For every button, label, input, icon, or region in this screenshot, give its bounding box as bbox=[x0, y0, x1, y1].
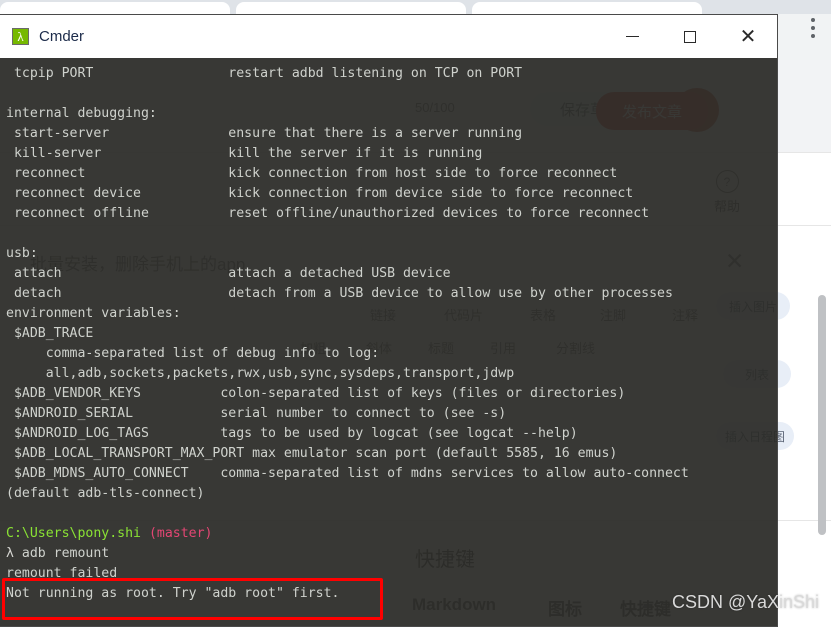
terminal-surface[interactable]: tcpip PORT restart adbd listening on TCP… bbox=[0, 58, 777, 626]
watermark-label: CSDN @YaXinShi bbox=[672, 592, 819, 612]
maximize-button[interactable] bbox=[661, 15, 719, 58]
cmder-window: λ Cmder ✕ tcpip PORT restart adbd listen… bbox=[0, 14, 778, 627]
close-icon: ✕ bbox=[739, 25, 757, 48]
close-button[interactable]: ✕ bbox=[719, 15, 777, 58]
more-menu-icon[interactable] bbox=[811, 18, 815, 38]
window-title: Cmder bbox=[39, 28, 85, 45]
browser-tabstrip bbox=[0, 0, 831, 16]
minimize-button[interactable] bbox=[603, 15, 661, 58]
scrollbar-thumb[interactable] bbox=[818, 295, 826, 535]
vertical-scrollbar[interactable] bbox=[818, 60, 829, 627]
terminal-output: tcpip PORT restart adbd listening on TCP… bbox=[6, 66, 689, 601]
minimize-icon bbox=[625, 36, 639, 37]
cmder-titlebar[interactable]: λ Cmder ✕ bbox=[0, 15, 777, 58]
window-controls: ✕ bbox=[603, 15, 777, 58]
maximize-icon bbox=[684, 30, 696, 43]
lambda-icon: λ bbox=[12, 28, 29, 45]
